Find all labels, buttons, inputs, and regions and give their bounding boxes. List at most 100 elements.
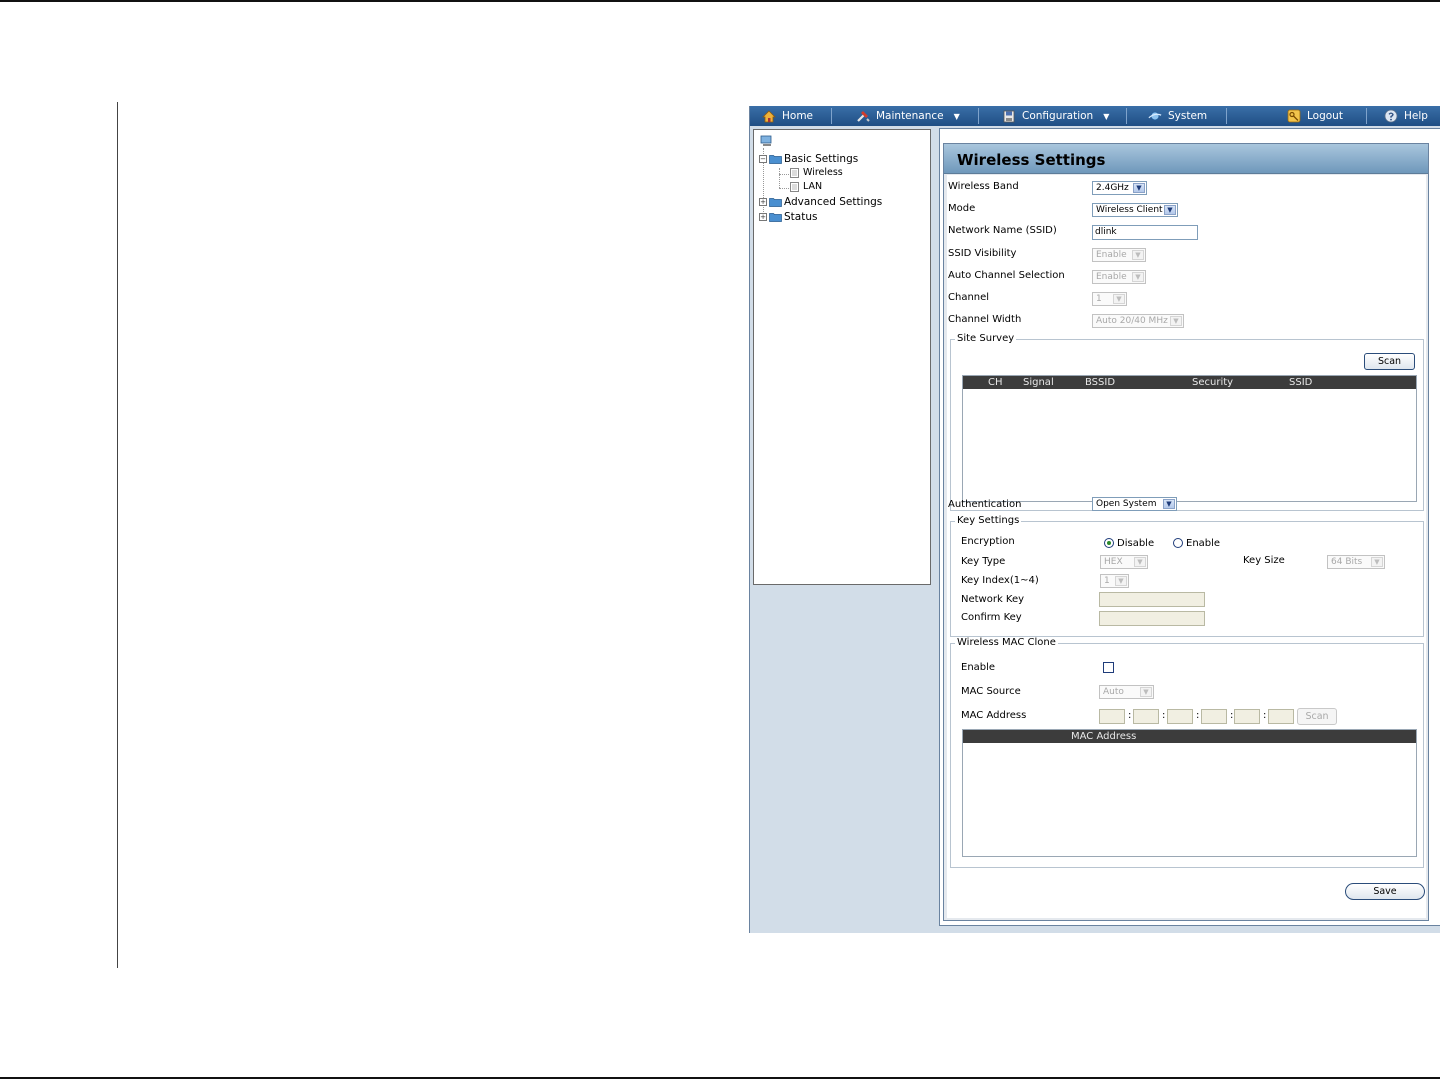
collapse-icon[interactable]: − <box>759 155 767 163</box>
authentication-select[interactable]: Open System ▼ <box>1092 497 1177 511</box>
menu-logout-label: Logout <box>1307 110 1343 122</box>
menu-separator <box>978 108 979 124</box>
network-key-label: Network Key <box>961 594 1025 605</box>
chevron-down-icon: ▼ <box>1103 111 1110 121</box>
page-bottom-rule <box>0 1077 1440 1079</box>
tree-item-label: Status <box>784 211 818 223</box>
authentication-label: Authentication <box>948 499 1022 510</box>
wireless-band-label: Wireless Band <box>948 181 1019 192</box>
mac-octet-4-input[interactable] <box>1201 709 1227 724</box>
authentication-value: Open System <box>1096 499 1157 509</box>
mac-octet-3-input[interactable] <box>1167 709 1193 724</box>
tree-item-status[interactable]: + Status <box>759 211 817 223</box>
key-settings-legend: Key Settings <box>955 515 1022 526</box>
menu-maintenance[interactable]: Maintenance ▼ <box>856 106 960 126</box>
page-margin-rule <box>117 102 118 968</box>
column-header-security[interactable]: Security <box>1192 376 1233 389</box>
key-size-label: Key Size <box>1243 555 1285 566</box>
key-index-select[interactable]: 1 ▼ <box>1100 574 1129 588</box>
column-header-ch[interactable]: CH <box>988 376 1003 389</box>
mac-source-select[interactable]: Auto ▼ <box>1099 685 1154 699</box>
site-survey-scan-button[interactable]: Scan <box>1364 353 1415 370</box>
panel-title-bar: Wireless Settings <box>944 144 1428 174</box>
menu-separator <box>1126 108 1127 124</box>
chevron-down-icon: ▼ <box>1113 294 1125 304</box>
mac-clone-enable-label: Enable <box>961 662 996 673</box>
tree-item-wireless[interactable]: Wireless <box>790 167 843 178</box>
column-header-signal[interactable]: Signal <box>1023 376 1054 389</box>
menu-configuration-label: Configuration <box>1022 110 1094 122</box>
menu-configuration[interactable]: Configuration ▼ <box>1002 106 1109 126</box>
chevron-down-icon: ▼ <box>1140 687 1152 697</box>
ssid-visibility-select[interactable]: Enable ▼ <box>1092 248 1146 262</box>
page-icon <box>790 167 799 178</box>
chevron-down-icon: ▼ <box>1170 316 1182 326</box>
ssid-visibility-label: SSID Visibility <box>948 248 1017 259</box>
chevron-down-icon: ▼ <box>1134 557 1146 567</box>
system-icon <box>1148 109 1162 123</box>
tools-icon <box>856 109 870 123</box>
encryption-disable-radio[interactable] <box>1104 538 1114 548</box>
tree-connector <box>779 174 789 175</box>
ssid-label: Network Name (SSID) <box>948 225 1057 236</box>
auto-channel-value: Enable <box>1096 272 1127 282</box>
computer-icon <box>760 135 774 147</box>
chevron-down-icon: ▼ <box>1132 272 1144 282</box>
channel-label: Channel <box>948 292 990 303</box>
expand-icon[interactable]: + <box>759 213 767 221</box>
channel-width-select[interactable]: Auto 20/40 MHz ▼ <box>1092 314 1184 328</box>
ssid-input[interactable]: dlink <box>1092 225 1198 240</box>
channel-width-label: Channel Width <box>948 314 1022 325</box>
mac-address-table-header: MAC Address <box>963 730 1416 743</box>
tree-item-label: Advanced Settings <box>784 196 883 208</box>
mac-octet-6-input[interactable] <box>1268 709 1294 724</box>
mac-octet-5-input[interactable] <box>1234 709 1260 724</box>
save-button[interactable]: Save <box>1345 883 1425 900</box>
mac-address-table: MAC Address <box>962 729 1417 857</box>
tree-connector <box>779 168 780 188</box>
mac-clone-group: Wireless MAC Clone Enable MAC Source Aut… <box>950 637 1424 868</box>
auto-channel-select[interactable]: Enable ▼ <box>1092 270 1146 284</box>
menu-logout[interactable]: Logout <box>1287 106 1343 126</box>
settings-panel: Wireless Settings Wireless Band 2.4GHz ▼… <box>943 143 1429 921</box>
mode-select[interactable]: Wireless Client ▼ <box>1092 203 1178 217</box>
chevron-down-icon: ▼ <box>1132 250 1144 260</box>
tree-item-advanced-settings[interactable]: + Advanced Settings <box>759 196 882 208</box>
confirm-key-input[interactable] <box>1099 611 1205 626</box>
key-type-select[interactable]: HEX ▼ <box>1100 555 1148 569</box>
page-top-rule <box>0 0 1440 2</box>
channel-select[interactable]: 1 ▼ <box>1092 292 1127 306</box>
mac-address-label: MAC Address <box>961 710 1027 721</box>
tree-item-label: Wireless <box>803 167 843 178</box>
mac-separator: : <box>1263 710 1267 721</box>
menu-help[interactable]: Help <box>1384 106 1428 126</box>
mac-clone-legend: Wireless MAC Clone <box>955 637 1058 648</box>
column-header-bssid[interactable]: BSSID <box>1085 376 1115 389</box>
wireless-band-select[interactable]: 2.4GHz ▼ <box>1092 181 1147 195</box>
encryption-enable-radio[interactable] <box>1173 538 1183 548</box>
encryption-label: Encryption <box>961 536 1015 547</box>
key-size-select[interactable]: 64 Bits ▼ <box>1327 555 1385 569</box>
channel-value: 1 <box>1096 294 1102 304</box>
column-header-ssid[interactable]: SSID <box>1289 376 1312 389</box>
mac-octet-2-input[interactable] <box>1133 709 1159 724</box>
mac-source-value: Auto <box>1103 687 1124 697</box>
menu-home-label: Home <box>782 110 814 122</box>
mac-scan-button[interactable]: Scan <box>1297 708 1337 725</box>
expand-icon[interactable]: + <box>759 198 767 206</box>
mac-clone-enable-checkbox[interactable] <box>1103 662 1114 673</box>
menu-system[interactable]: System <box>1148 106 1207 126</box>
tree-item-basic-settings[interactable]: − Basic Settings <box>759 153 858 165</box>
chevron-down-icon: ▼ <box>1115 576 1127 586</box>
menu-separator <box>831 108 832 124</box>
key-icon <box>1287 109 1301 123</box>
chevron-down-icon: ▼ <box>1163 499 1175 509</box>
menu-home[interactable]: Home <box>762 106 813 126</box>
column-header-mac-address[interactable]: MAC Address <box>1071 730 1136 743</box>
network-key-input[interactable] <box>1099 592 1205 607</box>
site-survey-table: CH Signal BSSID Security SSID <box>962 375 1417 502</box>
chevron-down-icon: ▼ <box>1164 205 1176 215</box>
mac-octet-1-input[interactable] <box>1099 709 1125 724</box>
help-icon <box>1384 109 1398 123</box>
tree-item-lan[interactable]: LAN <box>790 181 822 192</box>
